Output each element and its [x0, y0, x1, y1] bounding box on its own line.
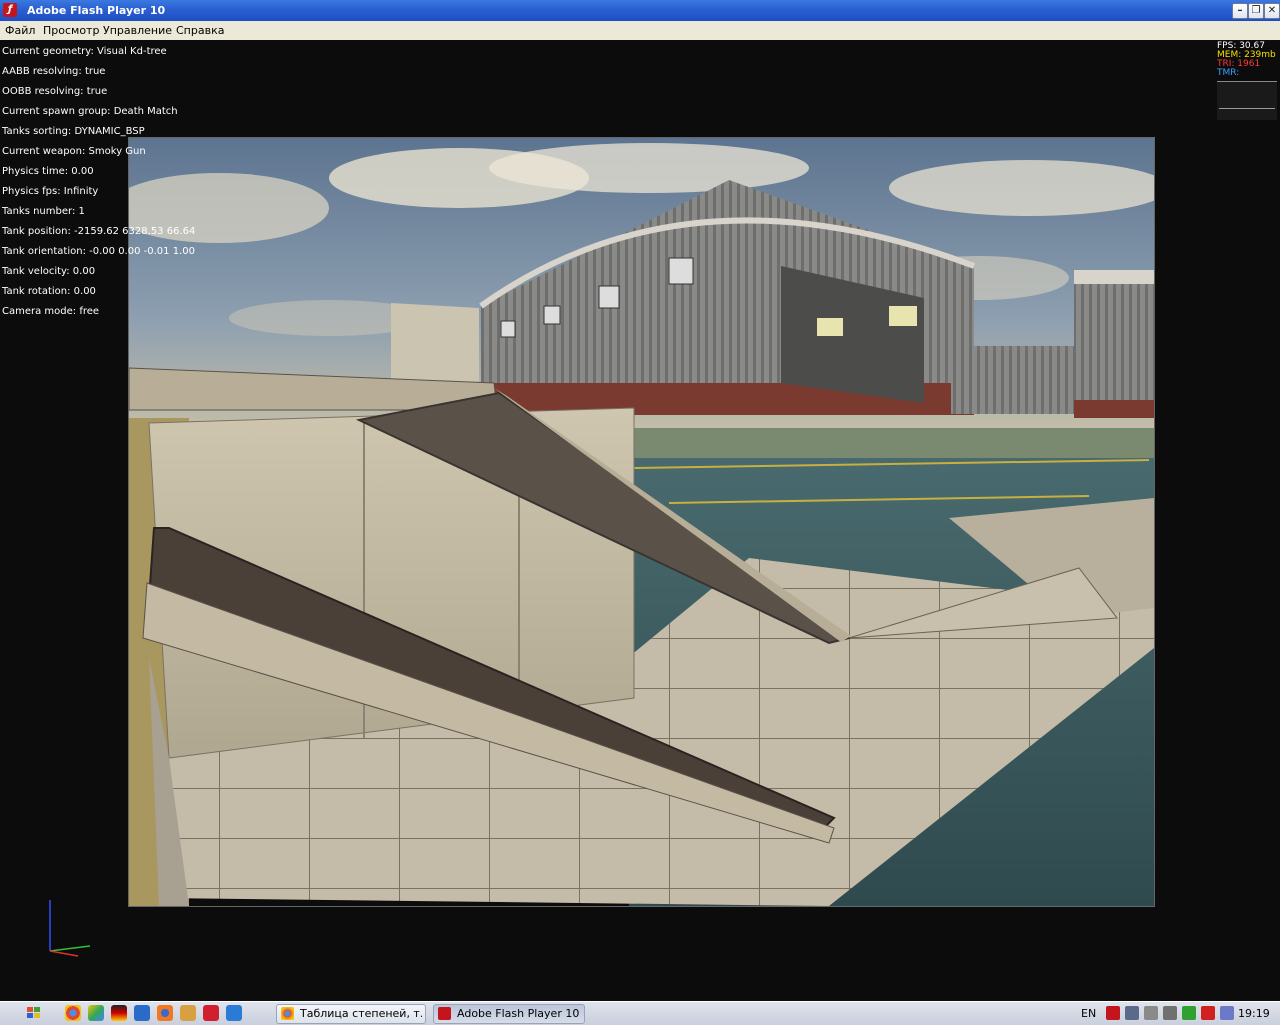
- axes-gizmo: [49, 900, 91, 957]
- info-tank-rotation: Tank rotation: 0.00: [2, 286, 96, 297]
- info-oobb: OOBB resolving: true: [2, 86, 108, 97]
- acrobat-icon[interactable]: [1106, 1006, 1120, 1020]
- windows-logo-icon: [27, 1007, 40, 1018]
- settings-tray-icon[interactable]: [1144, 1006, 1158, 1020]
- firefox-icon[interactable]: [157, 1005, 173, 1021]
- update-icon[interactable]: [1201, 1006, 1215, 1020]
- pencil-app-icon[interactable]: [180, 1005, 196, 1021]
- start-button[interactable]: [20, 1004, 46, 1022]
- volume-icon[interactable]: [1163, 1006, 1177, 1020]
- flag-app-icon[interactable]: [111, 1005, 127, 1021]
- info-tanks-sorting: Tanks sorting: DYNAMIC_BSP: [2, 126, 145, 137]
- task-chrome-window[interactable]: Таблица степеней, т...: [276, 1004, 426, 1024]
- drive-icon[interactable]: [88, 1005, 104, 1021]
- flash-player-icon: [438, 1007, 451, 1020]
- chrome-icon[interactable]: [65, 1005, 81, 1021]
- info-tank-position: Tank position: -2159.62 6328.53 66.64: [2, 226, 196, 237]
- minimize-button[interactable]: –: [1232, 3, 1248, 19]
- menu-file[interactable]: Файл: [5, 24, 35, 37]
- task-label: Adobe Flash Player 10: [457, 1007, 580, 1020]
- language-indicator[interactable]: EN: [1081, 1007, 1096, 1020]
- window-title: Adobe Flash Player 10: [27, 4, 166, 17]
- clock: 19:19: [1238, 1007, 1270, 1020]
- task-label: Таблица степеней, т...: [300, 1007, 422, 1020]
- menu-view[interactable]: Просмотр: [43, 24, 99, 37]
- stats-graph: [1217, 81, 1277, 120]
- 3d-scene: [129, 138, 1154, 906]
- info-aabb: AABB resolving: true: [2, 66, 106, 77]
- menu-control[interactable]: Управление: [103, 24, 172, 37]
- menu-bar: Файл Просмотр Управление Справка: [0, 21, 1280, 40]
- restore-button[interactable]: ❐: [1248, 3, 1264, 19]
- task-flash-player[interactable]: Adobe Flash Player 10: [433, 1004, 585, 1024]
- info-tank-orientation: Tank orientation: -0.00 0.00 -0.01 1.00: [2, 246, 195, 257]
- explorer-icon[interactable]: [134, 1005, 150, 1021]
- info-camera-mode: Camera mode: free: [2, 306, 100, 317]
- title-bar[interactable]: ƒ Adobe Flash Player 10 – ❐ ✕: [0, 0, 1280, 21]
- info-physics-time: Physics time: 0.00: [2, 166, 94, 177]
- internet-explorer-icon[interactable]: [226, 1005, 242, 1021]
- debug-info-panel: Current geometry: Visual Kd-tree AABB re…: [2, 42, 195, 322]
- performance-stats: FPS: 30.67 MEM: 239mb TRI: 1961 TMR:: [1217, 42, 1277, 120]
- gmail-icon[interactable]: [203, 1005, 219, 1021]
- stat-tmr: TMR:: [1217, 68, 1240, 78]
- taskbar: Таблица степеней, т... Adobe Flash Playe…: [0, 1001, 1280, 1025]
- info-tanks-number: Tanks number: 1: [2, 206, 85, 217]
- info-tank-velocity: Tank velocity: 0.00: [2, 266, 96, 277]
- chrome-icon: [281, 1007, 294, 1020]
- info-spawn-group: Current spawn group: Death Match: [2, 106, 178, 117]
- info-weapon: Current weapon: Smoky Gun: [2, 146, 146, 157]
- close-button[interactable]: ✕: [1264, 3, 1280, 19]
- network-icon[interactable]: [1125, 1006, 1139, 1020]
- menu-help[interactable]: Справка: [176, 24, 224, 37]
- 3d-viewport[interactable]: [128, 137, 1155, 907]
- messenger-icon[interactable]: [1220, 1006, 1234, 1020]
- info-geometry: Current geometry: Visual Kd-tree: [2, 46, 167, 57]
- flash-player-icon: ƒ: [3, 3, 17, 17]
- antivirus-icon[interactable]: [1182, 1006, 1196, 1020]
- info-physics-fps: Physics fps: Infinity: [2, 186, 99, 197]
